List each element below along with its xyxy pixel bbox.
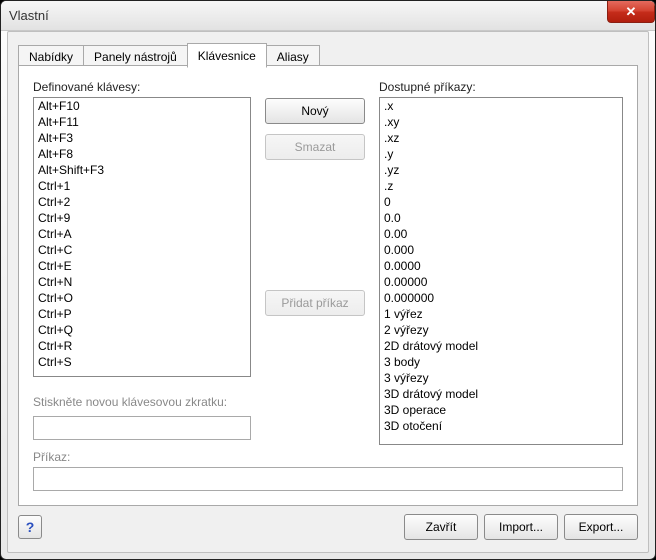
list-item[interactable]: 3 body [380,354,622,370]
list-item[interactable]: 0.000 [380,242,622,258]
close-dialog-button[interactable]: Zavřít [404,514,478,540]
tab-label: Panely nástrojů [94,50,177,64]
client-area: Nabídky Panely nástrojů Klávesnice Alias… [7,31,649,553]
list-item[interactable]: Ctrl+N [34,274,250,290]
column-actions: Nový Smazat Přidat příkaz [265,80,365,491]
list-item[interactable]: Alt+F3 [34,130,250,146]
list-item[interactable]: 0.00000 [380,274,622,290]
list-item[interactable]: Ctrl+R [34,338,250,354]
list-item[interactable]: .y [380,146,622,162]
list-item[interactable]: Alt+F8 [34,146,250,162]
list-item[interactable]: Ctrl+P [34,306,250,322]
tab-label: Nabídky [29,50,73,64]
list-item[interactable]: Ctrl+9 [34,210,250,226]
delete-button[interactable]: Smazat [265,134,365,160]
list-item[interactable]: 0.000000 [380,290,622,306]
command-label: Příkaz: [33,450,623,464]
list-item[interactable]: Ctrl+C [34,242,250,258]
close-button[interactable]: ✕ [607,1,655,23]
shortcut-input[interactable] [33,416,251,440]
import-button[interactable]: Import... [484,514,558,540]
command-row: Příkaz: [33,450,623,491]
dialog-window: Vlastní ✕ Nabídky Panely nástrojů Kláves… [0,0,656,560]
list-item[interactable]: 3D otočení [380,418,622,434]
available-commands-listbox[interactable]: .x.xy.xz.y.yz.z00.00.000.0000.00000.0000… [379,97,623,445]
list-item[interactable]: Ctrl+A [34,226,250,242]
help-button[interactable]: ? [18,515,42,539]
tab-label: Klávesnice [198,49,256,63]
list-item[interactable]: Ctrl+S [34,354,250,370]
list-item[interactable]: 0.0 [380,210,622,226]
list-item[interactable]: Ctrl+2 [34,194,250,210]
command-input[interactable] [33,467,623,491]
available-commands-label: Dostupné příkazy: [379,80,623,94]
list-item[interactable]: 2 výřezy [380,322,622,338]
list-item[interactable]: Alt+F10 [34,98,250,114]
tab-panel-keyboard: Definované klávesy: Alt+F10Alt+F11Alt+F3… [18,65,638,506]
titlebar: Vlastní ✕ [1,1,655,31]
list-item[interactable]: 3 výřezy [380,370,622,386]
list-item[interactable]: .z [380,178,622,194]
new-button[interactable]: Nový [265,98,365,124]
close-icon: ✕ [626,4,637,20]
list-item[interactable]: Ctrl+1 [34,178,250,194]
list-item[interactable]: 0.00 [380,226,622,242]
list-item[interactable]: .xz [380,130,622,146]
add-command-button[interactable]: Přidat příkaz [265,290,365,316]
bottom-bar: ? Zavřít Import... Export... [18,512,638,542]
defined-keys-listbox[interactable]: Alt+F10Alt+F11Alt+F3Alt+F8Alt+Shift+F3Ct… [33,97,251,377]
list-item[interactable]: 3D operace [380,402,622,418]
export-button[interactable]: Export... [564,514,638,540]
list-item[interactable]: .xy [380,114,622,130]
column-defined-keys: Definované klávesy: Alt+F10Alt+F11Alt+F3… [33,80,251,491]
list-item[interactable]: Ctrl+O [34,290,250,306]
press-shortcut-label: Stiskněte novou klávesovou zkratku: [33,395,251,409]
list-item[interactable]: Alt+Shift+F3 [34,162,250,178]
list-item[interactable]: Ctrl+E [34,258,250,274]
list-item[interactable]: 0 [380,194,622,210]
list-item[interactable]: .yz [380,162,622,178]
tab-keyboard[interactable]: Klávesnice [187,43,267,68]
defined-keys-label: Definované klávesy: [33,80,251,94]
list-item[interactable]: 3D drátový model [380,386,622,402]
column-available-commands: Dostupné příkazy: .x.xy.xz.y.yz.z00.00.0… [379,80,623,491]
list-item[interactable]: 2D drátový model [380,338,622,354]
tab-label: Aliasy [277,50,309,64]
list-item[interactable]: Alt+F11 [34,114,250,130]
window-title: Vlastní [9,8,49,23]
list-item[interactable]: 1 výřez [380,306,622,322]
help-icon: ? [26,519,35,535]
list-item[interactable]: .x [380,98,622,114]
list-item[interactable]: 0.0000 [380,258,622,274]
tabstrip: Nabídky Panely nástrojů Klávesnice Alias… [8,32,648,67]
list-item[interactable]: Ctrl+Q [34,322,250,338]
